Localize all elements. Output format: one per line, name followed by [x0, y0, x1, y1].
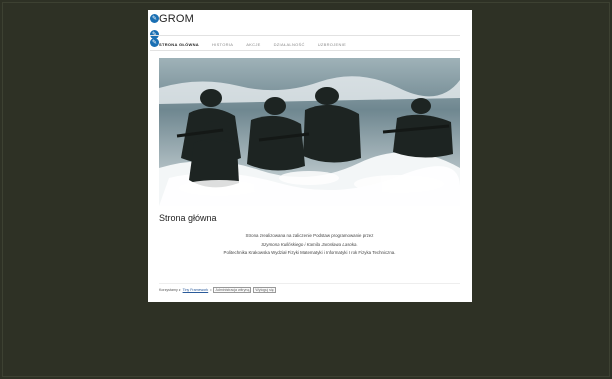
site-title[interactable]: GROM — [159, 13, 194, 25]
nav-item-history[interactable]: HISTORIA — [212, 40, 233, 49]
tiny-framework-link[interactable]: Tiny Framework — [183, 288, 209, 292]
page-heading: Strona główna — [159, 213, 217, 223]
content-line: Strona zrealizowana na zaliczenie Podsta… — [245, 233, 374, 238]
nav-item-weapons[interactable]: UZBROJENIE — [318, 40, 346, 49]
soldiers-in-surf-photo — [159, 58, 460, 206]
nav-item-home[interactable]: STRONA GŁÓWNA — [159, 40, 199, 49]
edit-pencil-icon[interactable]: ✎ — [150, 38, 159, 47]
admin-link[interactable]: Administracja witryną — [213, 287, 252, 293]
content-authors: Szymona Kulińskiego i Kamila Jarosława L… — [261, 241, 358, 247]
nav-item-activity[interactable]: DZIAŁALNOŚĆ — [274, 40, 305, 49]
content-line: Politechnika Krakowska Wydział Fizyki Ma… — [223, 250, 396, 255]
nav-divider-top — [150, 35, 460, 36]
footer: Korzystamy z Tiny Framework • Administra… — [159, 287, 276, 293]
page-content: Strona zrealizowana na zaliczenie Podsta… — [159, 232, 460, 258]
hero-image — [159, 58, 460, 206]
footer-separator: • — [210, 288, 212, 292]
main-nav: STRONA GŁÓWNA HISTORIA AKCJE DZIAŁALNOŚĆ… — [159, 40, 359, 49]
footer-prefix: Korzystamy z — [159, 288, 181, 292]
footer-divider — [159, 283, 460, 284]
nav-divider-bottom — [150, 50, 460, 51]
edit-pencil-icon[interactable]: ✎ — [150, 14, 159, 23]
nav-item-actions[interactable]: AKCJE — [246, 40, 260, 49]
logout-link[interactable]: Wyloguj się — [253, 287, 276, 293]
